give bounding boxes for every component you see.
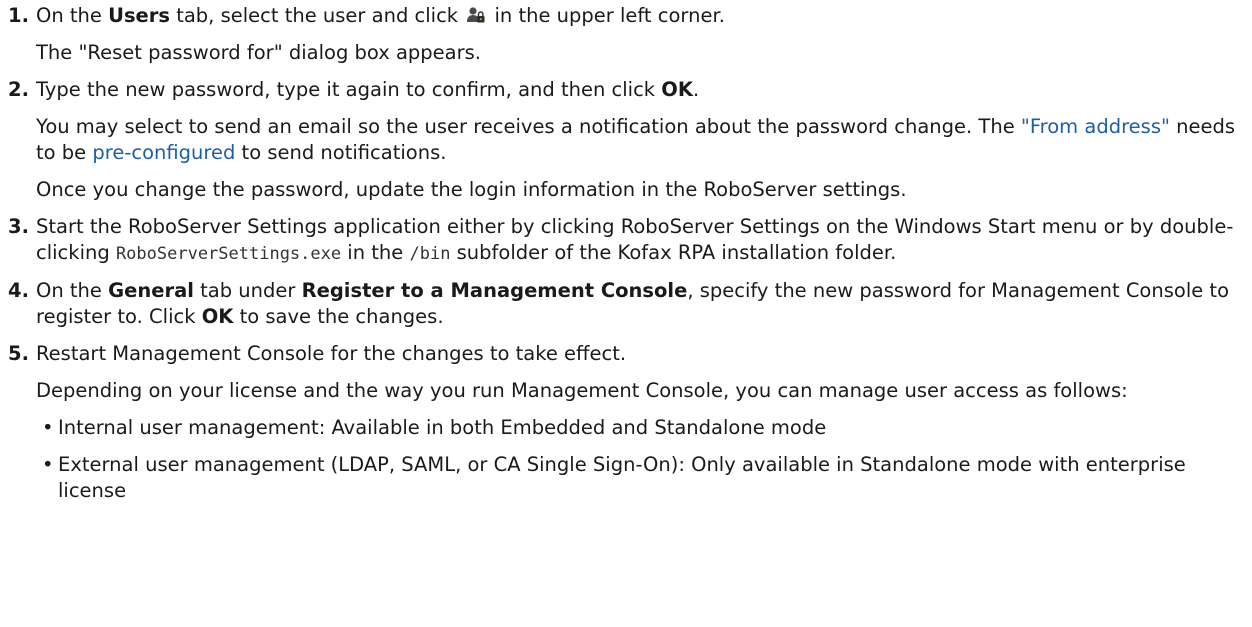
step-body: Type the new password, type it again to … bbox=[36, 77, 1244, 214]
step-result: The "Reset password for" dialog box appe… bbox=[36, 41, 482, 64]
step-note: Depending on your license and the way yo… bbox=[36, 379, 1128, 402]
bin-folder-name: /bin bbox=[409, 244, 451, 264]
text-run: tab, select the user and click bbox=[170, 4, 465, 27]
step-instruction: On the General tab under Register to a M… bbox=[36, 278, 1244, 330]
step-note: Once you change the password, update the… bbox=[36, 178, 907, 201]
text-run: On the bbox=[36, 279, 109, 302]
ok-label: OK bbox=[661, 78, 693, 101]
list-item: • External user management (LDAP, SAML, o… bbox=[36, 452, 1244, 504]
step-3: 3. Start the RoboServer Settings applica… bbox=[8, 214, 1244, 278]
pre-configured-link[interactable]: pre-configured bbox=[92, 141, 235, 164]
step-1: 1. On the Users tab, select the user and… bbox=[8, 3, 1244, 77]
general-tab-label: General bbox=[108, 279, 194, 302]
step-number: 4. bbox=[8, 279, 29, 302]
bullet-icon: • bbox=[42, 416, 54, 439]
text-run: in the upper left corner. bbox=[488, 4, 725, 27]
step-number: 5. bbox=[8, 342, 29, 365]
step-body: Restart Management Console for the chang… bbox=[36, 341, 1244, 515]
user-management-list: • Internal user management: Available in … bbox=[36, 415, 1244, 504]
text-run: tab under bbox=[193, 279, 302, 302]
step-4: 4. On the General tab under Register to … bbox=[8, 278, 1244, 341]
text-run: On the bbox=[36, 4, 109, 27]
text-run: . bbox=[692, 78, 700, 101]
step-number: 3. bbox=[8, 215, 29, 238]
users-tab-label: Users bbox=[108, 4, 170, 27]
exe-filename: RoboServerSettings.exe bbox=[115, 244, 342, 264]
bullet-icon: • bbox=[42, 453, 54, 476]
register-section-label: Register to a Management Console bbox=[301, 279, 688, 302]
step-note: You may select to send an email so the u… bbox=[36, 114, 1244, 166]
step-body: On the Users tab, select the user and cl… bbox=[36, 3, 1244, 77]
step-instruction: Start the RoboServer Settings applicatio… bbox=[36, 214, 1244, 267]
step-body: On the General tab under Register to a M… bbox=[36, 278, 1244, 341]
step-instruction: On the Users tab, select the user and cl… bbox=[36, 3, 1244, 29]
step-instruction: Restart Management Console for the chang… bbox=[36, 342, 627, 365]
list-item-text: Internal user management: Available in b… bbox=[58, 416, 827, 439]
step-2: 2. Type the new password, type it again … bbox=[8, 77, 1244, 214]
step-5: 5. Restart Management Console for the ch… bbox=[8, 341, 1244, 515]
ok-label: OK bbox=[201, 305, 234, 328]
text-run: to save the changes. bbox=[233, 305, 444, 328]
text-run: subfolder of the Kofax RPA installation … bbox=[450, 241, 897, 264]
step-body: Start the RoboServer Settings applicatio… bbox=[36, 214, 1244, 278]
step-instruction: Type the new password, type it again to … bbox=[36, 77, 1244, 103]
from-address-link[interactable]: "From address" bbox=[1021, 115, 1170, 138]
step-number: 1. bbox=[8, 4, 29, 27]
list-item-text: External user management (LDAP, SAML, or… bbox=[58, 453, 1186, 502]
text-run: in the bbox=[341, 241, 410, 264]
text-run: Type the new password, type it again to … bbox=[36, 78, 662, 101]
text-run: to send notifications. bbox=[235, 141, 447, 164]
procedure-document: 1. On the Users tab, select the user and… bbox=[0, 0, 1252, 515]
text-run: You may select to send an email so the u… bbox=[36, 115, 1021, 138]
list-item: • Internal user management: Available in … bbox=[36, 415, 1244, 441]
step-number: 2. bbox=[8, 78, 29, 101]
reset-password-icon bbox=[466, 5, 486, 25]
